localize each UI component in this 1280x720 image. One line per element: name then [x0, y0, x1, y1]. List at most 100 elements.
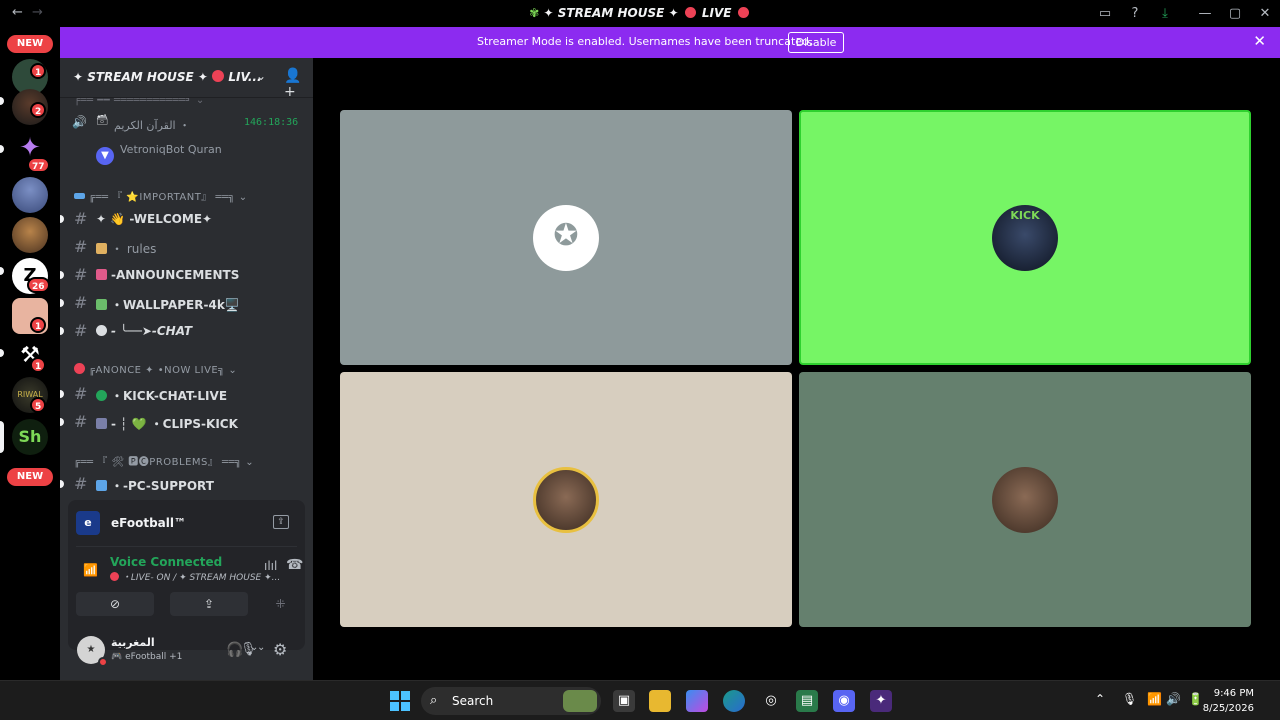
gear-icon[interactable]: ⚙ [273, 640, 287, 659]
screen-share-button[interactable]: ⇪ [170, 592, 248, 616]
server-badge: 5 [30, 397, 47, 413]
chevron-down-icon[interactable]: ⌄ [250, 642, 258, 653]
app-icon[interactable]: ✦ [870, 690, 892, 712]
flag-icon [74, 193, 85, 199]
green-heart-icon [96, 390, 107, 401]
disconnect-icon[interactable]: ☎ [286, 557, 303, 573]
chrome-icon[interactable]: ◎ [760, 690, 782, 712]
computer-icon [96, 480, 107, 491]
unread-pill [60, 299, 64, 307]
video-stage: ✪ KICK [313, 58, 1280, 680]
category-important[interactable]: ╔══ 『 ⭐IMPORTANT』 ══╗ ⌄ [74, 188, 248, 203]
battery-icon[interactable]: 🔋 [1188, 692, 1203, 706]
channel-rules[interactable]: # ・ rules [74, 235, 304, 259]
window-title-live: LIVE [701, 6, 732, 20]
category-annonce[interactable]: ╔ANONCE ✦ •NOW LIVE╗ ⌄ [74, 363, 237, 376]
guild-header[interactable]: ✦ STREAM HOUSE ✦ LIV... ⌄ 👤+ [60, 58, 313, 100]
efootball-icon: e [76, 511, 100, 535]
speech-bubble-icon [96, 325, 107, 336]
channel-chat[interactable]: # - ╰──➤-CHAT [60, 319, 304, 343]
live-dot-icon [110, 572, 119, 581]
task-view-icon[interactable]: ▣ [613, 690, 635, 712]
selected-pill [0, 421, 4, 453]
channel-wallpaper[interactable]: # ・WALLPAPER-4k🖥️ [60, 291, 304, 315]
channel-kick-chat[interactable]: # ・KICK-CHAT-LIVE [60, 382, 304, 406]
activities-button[interactable]: ⁜ [264, 592, 297, 616]
server-icon[interactable] [12, 177, 48, 213]
user-name[interactable]: المغربية [111, 636, 155, 649]
text-channel-icon: # [74, 474, 88, 493]
voice-connected-label[interactable]: Voice Connected [110, 555, 222, 569]
unread-pill [60, 215, 64, 223]
app-icon[interactable]: ▤ [796, 690, 818, 712]
download-icon[interactable]: ⤓ [1150, 6, 1180, 21]
server-icon[interactable]: Sh [12, 419, 48, 455]
channel-welcome[interactable]: # ✦ 👋 -WELCOME✦ [60, 207, 304, 231]
search-icon: ⌕ [430, 693, 438, 708]
close-icon[interactable]: ✕ [1253, 32, 1266, 50]
unread-pill [0, 267, 4, 275]
video-tile[interactable]: ✪ [340, 110, 792, 365]
video-tile[interactable] [340, 372, 792, 627]
bot-avatar-icon: ▼ [96, 147, 114, 165]
voice-channel[interactable]: 🔊 🗃 القرآن الكريم ・ 146:18:36 [72, 113, 304, 137]
add-user-icon[interactable]: 👤+ [284, 68, 313, 100]
unread-pill [60, 327, 64, 335]
unread-pill [0, 349, 4, 357]
picture-icon [96, 299, 107, 310]
taskbar-clock[interactable]: 9:46 PM 8/25/2026 [1203, 686, 1254, 716]
server-badge: 77 [27, 157, 50, 173]
category-problems[interactable]: ╔══ 『 🛠 🅿🅒PROBLEMS』 ══╗ ⌄ [74, 453, 254, 468]
channel-pc-support[interactable]: # ・-PC-SUPPORT [60, 472, 304, 496]
video-tile-speaking[interactable]: KICK [799, 110, 1251, 365]
live-dot-icon [212, 70, 225, 82]
game-name: eFootball™ [111, 516, 186, 530]
channel-clips[interactable]: # - ┆ 💚 ・CLIPS-KICK [60, 410, 304, 434]
voice-channel-label[interactable]: ・LIVE- ON / ✦ STREAM HOUSE ✦... [110, 570, 290, 583]
text-channel-icon: # [74, 412, 88, 431]
title-bar: ←→ ✾ ✦ STREAM HOUSE ✦ LIVE ▭ ? ⤓ — ▢ ✕ [0, 0, 1280, 27]
headphones-icon[interactable]: 🎧 [226, 642, 243, 658]
voice-participant[interactable]: ▼ VetroniqBot Quran [96, 143, 222, 165]
new-badge[interactable]: NEW [7, 35, 53, 53]
maximize-icon[interactable]: ▢ [1220, 6, 1250, 21]
channel-announcements[interactable]: # -ANNOUNCEMENTS [60, 263, 304, 287]
noise-suppression-icon[interactable]: ılıl [264, 559, 277, 573]
help-icon[interactable]: ? [1120, 6, 1150, 21]
windows-start-icon[interactable] [390, 691, 410, 711]
edge-icon[interactable] [723, 690, 745, 712]
minimize-icon[interactable]: — [1190, 6, 1220, 21]
user-panel: ★ المغربية 🎮 eFootball +1 🎙 ⌄ [68, 622, 305, 674]
text-channel-icon: # [74, 265, 88, 284]
folder-emoji-icon: 🗃 [96, 115, 109, 126]
game-activity[interactable]: e eFootball™ ⇪ [76, 508, 297, 538]
chevron-up-icon[interactable]: ⌃ [1095, 692, 1105, 706]
signal-icon[interactable]: 📶 [83, 563, 98, 577]
camera-off-button[interactable]: ⊘ [76, 592, 154, 616]
server-icon[interactable] [12, 217, 48, 253]
taskbar-search[interactable]: ⌕ Search [421, 687, 601, 715]
wifi-icon[interactable]: 📶 [1147, 692, 1162, 706]
film-icon [96, 418, 107, 429]
volume-icon[interactable]: 🔊 [1166, 692, 1181, 706]
category-header[interactable]: ╒══ ━━ ═══════════╛ ⌄ [74, 98, 205, 106]
streamer-mode-bar: Streamer Mode is enabled. Usernames have… [60, 27, 1280, 58]
discord-icon[interactable]: ◉ [833, 690, 855, 712]
participant-avatar [992, 466, 1058, 533]
text-channel-icon: # [74, 237, 88, 256]
taskbar: ⌕ Search ▣ ◎ ▤ ◉ ✦ ⌃ 🎙 📶 🔊 🔋 9:46 PM 8/2… [0, 680, 1280, 720]
participant-avatar: KICK [992, 204, 1058, 271]
microphone-icon[interactable]: 🎙 [1122, 692, 1137, 706]
new-badge[interactable]: NEW [7, 468, 53, 486]
copilot-icon[interactable] [686, 690, 708, 712]
disable-streamer-mode-button[interactable]: Disable [788, 32, 844, 53]
server-rail: NEW 1 2 ✦ 77 Z 26 1 ⚒ 1 RIWAL 5 Sh NEW [0, 27, 60, 680]
file-explorer-icon[interactable] [649, 690, 671, 712]
unread-pill [60, 271, 64, 279]
inbox-icon[interactable]: ▭ [1090, 6, 1120, 21]
chevron-down-icon[interactable]: ⌄ [256, 69, 266, 83]
dnd-status-icon [98, 657, 108, 667]
screen-share-icon[interactable]: ⇪ [273, 515, 289, 529]
video-tile[interactable] [799, 372, 1251, 627]
close-icon[interactable]: ✕ [1250, 6, 1280, 21]
